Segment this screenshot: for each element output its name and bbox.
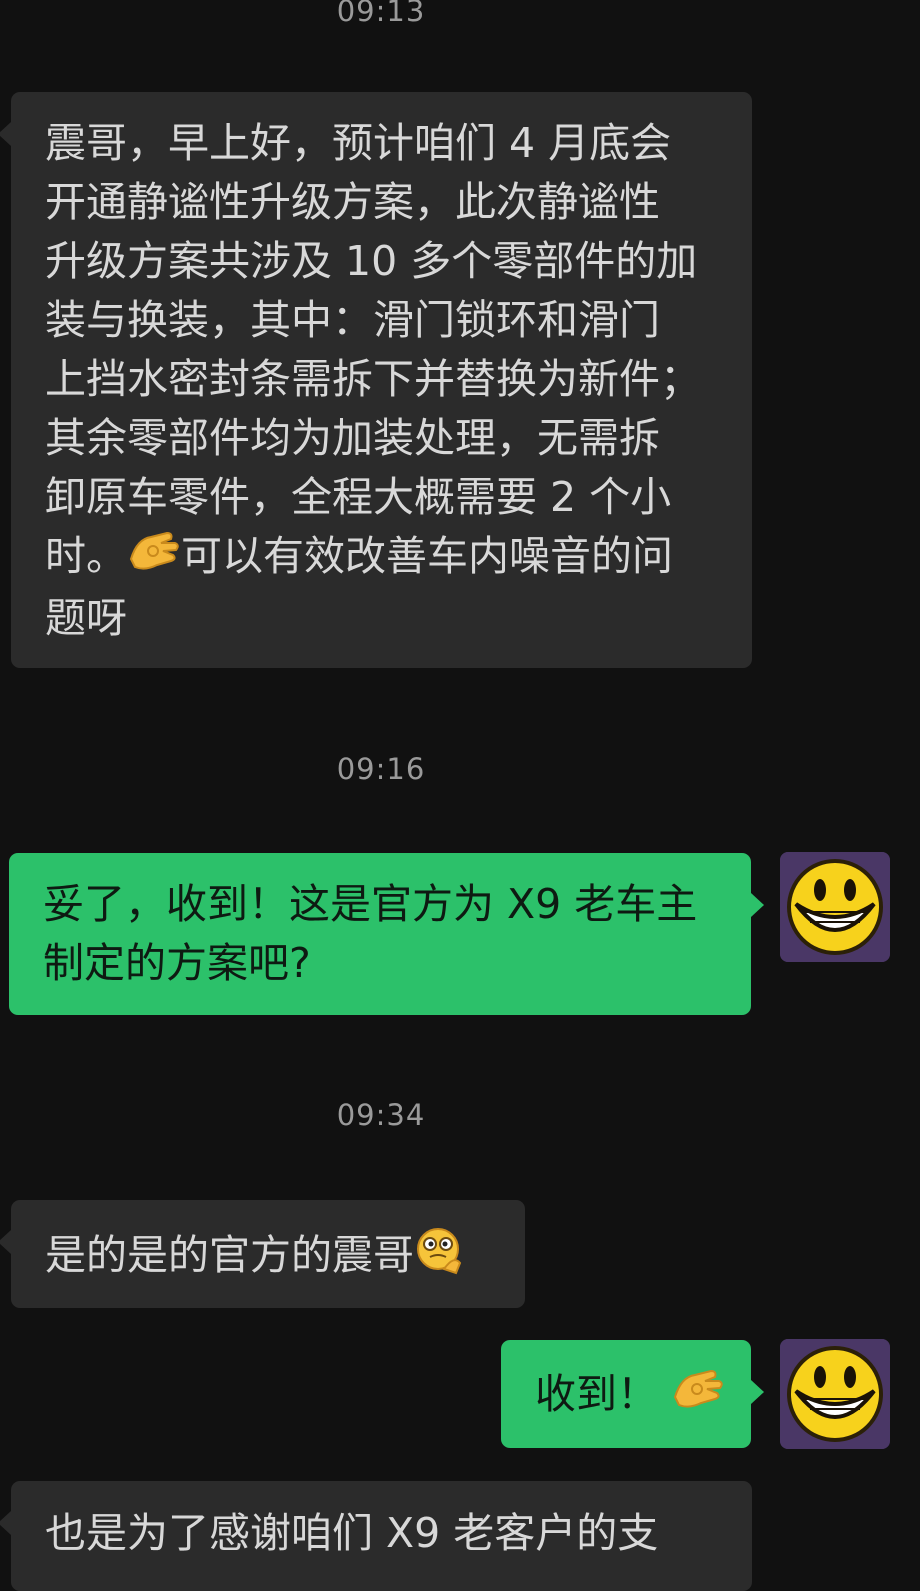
timestamp: 09:34 xyxy=(336,1098,426,1132)
message-line: 开通静谧性升级方案，此次静谧性 xyxy=(45,178,660,226)
ok-hand-emoji xyxy=(127,529,181,589)
message-text: 可以有效改善车内噪音的问 xyxy=(181,532,673,580)
message-text: 收到！ xyxy=(535,1370,658,1418)
incoming-message-bubble[interactable]: 也是为了感谢咱们 X9 老客户的支 xyxy=(0,1481,752,1591)
user-avatar[interactable] xyxy=(780,1339,890,1449)
grinning-smiley-icon xyxy=(780,1339,890,1449)
message-line: 制定的方案吧? xyxy=(43,939,311,987)
timestamp: 09:13 xyxy=(336,0,426,28)
incoming-message-bubble[interactable]: 是的是的官方的震哥 xyxy=(0,1200,525,1308)
message-text: 是的是的官方的震哥 xyxy=(45,1231,414,1279)
message-line: 升级方案共涉及 10 多个零部件的加 xyxy=(45,237,698,285)
message-line: 上挡水密封条需拆下并替换为新件； xyxy=(45,355,701,403)
message-line: 时。 可以有效改善车内噪音的问 xyxy=(45,527,718,589)
message-line: 装与换装，其中：滑门锁环和滑门 xyxy=(45,296,660,344)
message-line: 卸原车零件，全程大概需要 2 个小 xyxy=(45,473,672,521)
user-avatar[interactable] xyxy=(780,852,890,962)
timestamp: 09:16 xyxy=(336,752,426,786)
grinning-smiley-icon xyxy=(780,852,890,962)
outgoing-message-bubble[interactable]: 收到！ xyxy=(501,1340,764,1448)
message-line: 妥了，收到！这是官方为 X9 老车主 xyxy=(43,880,698,928)
message-line: 其余零部件均为加装处理，无需拆 xyxy=(45,414,660,462)
ok-hand-emoji xyxy=(671,1367,725,1427)
message-line: 是的是的官方的震哥 xyxy=(45,1225,491,1291)
message-line: 收到！ xyxy=(535,1365,723,1427)
message-text: 时。 xyxy=(45,532,127,580)
thinking-face-emoji xyxy=(414,1225,464,1291)
message-line: 也是为了感谢咱们 X9 老客户的支 xyxy=(45,1509,659,1557)
message-line: 题呀 xyxy=(45,594,127,642)
outgoing-message-bubble[interactable]: 妥了，收到！这是官方为 X9 老车主 制定的方案吧? xyxy=(9,853,764,1015)
incoming-message-bubble[interactable]: 震哥，早上好，预计咱们 4 月底会 开通静谧性升级方案，此次静谧性 升级方案共涉… xyxy=(0,92,752,668)
message-line: 震哥，早上好，预计咱们 4 月底会 xyxy=(45,119,672,167)
